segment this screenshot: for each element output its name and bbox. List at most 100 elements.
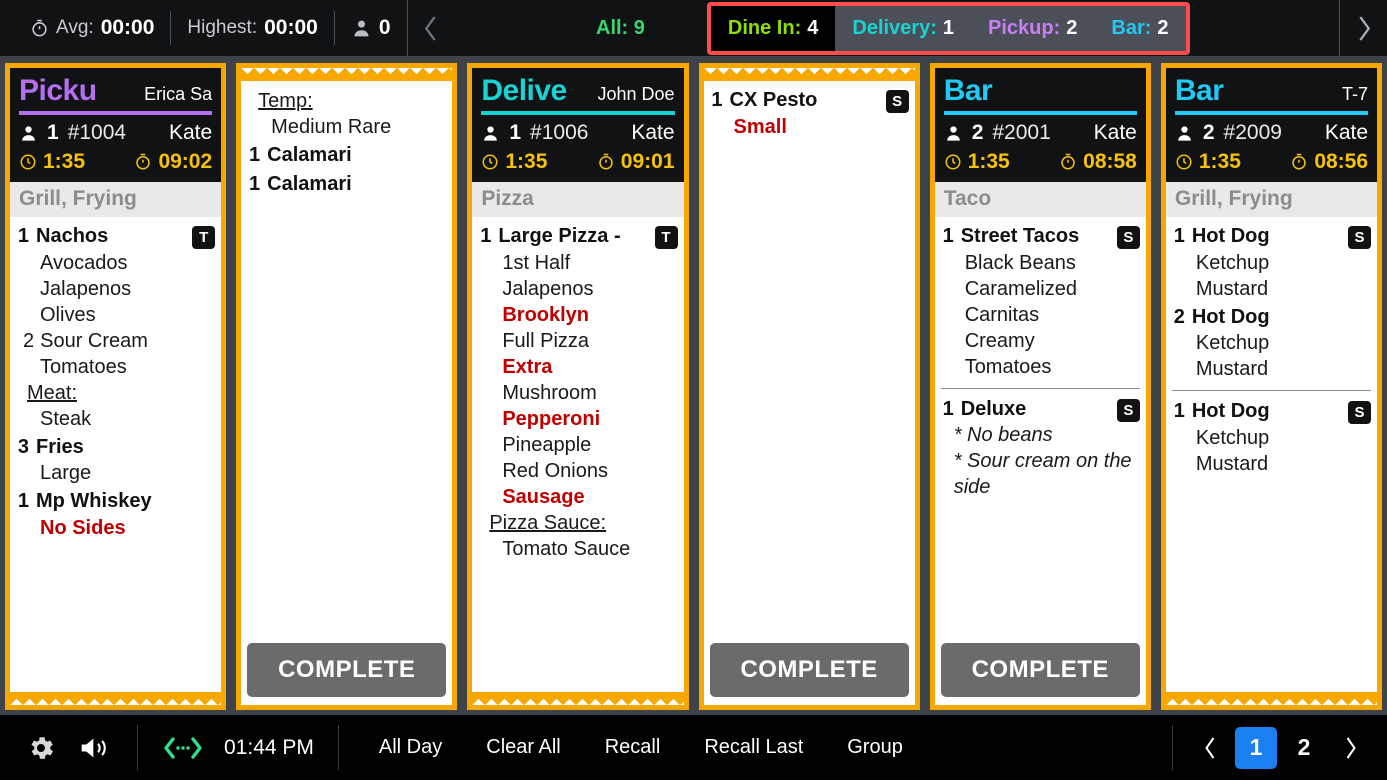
- order-item[interactable]: 1 Hot Dog S Ketchup Mustard: [1172, 223, 1372, 304]
- filter-tab-count: 4: [807, 16, 819, 39]
- complete-button[interactable]: COMPLETE: [709, 643, 909, 697]
- toolbar-action-recall[interactable]: Recall: [583, 715, 683, 780]
- ticket-guest-name: T-7: [1342, 84, 1369, 104]
- stopwatch-icon: [134, 153, 152, 171]
- order-ticket[interactable]: Bar T-7 2 #2009 Kate 1:35 08:56 Grill, Frying 1 H…: [1160, 63, 1383, 710]
- toolbar-action-clear-all[interactable]: Clear All: [464, 715, 582, 780]
- order-item[interactable]: 3 Fries Large: [16, 434, 215, 489]
- order-item-name: Large Pizza -: [498, 225, 621, 247]
- ticket-scheduled-time: 1:35: [967, 150, 1010, 173]
- order-item[interactable]: 1 Mp Whiskey No Sides: [16, 488, 215, 543]
- order-item-modifier: Medium Rare: [247, 114, 446, 140]
- toolbar-icon-group: [0, 715, 137, 780]
- filter-scroll-left-button[interactable]: [406, 0, 455, 56]
- ticket-elapsed-group: 09:01: [597, 150, 675, 174]
- filter-tab-bar[interactable]: Bar: 2: [1094, 6, 1185, 51]
- modifier-text: Carnitas: [964, 303, 1040, 326]
- stopwatch-icon: [1290, 153, 1308, 171]
- order-item-name: Street Tacos: [960, 225, 1080, 247]
- current-time: 01:44 PM: [224, 735, 314, 759]
- ticket-elapsed-group: 08:58: [1059, 150, 1137, 174]
- ticket-server-name: Kate: [631, 121, 675, 144]
- order-item[interactable]: 1 Deluxe S * No beans * Sour cream on the si…: [940, 387, 1140, 503]
- pagination-next-button[interactable]: [1331, 728, 1369, 768]
- modifier-text: Red Onions: [502, 459, 608, 482]
- ticket-elapsed-time: 08:56: [1314, 150, 1369, 173]
- ticket-order-number: #1004: [67, 121, 127, 144]
- order-item-modifier: Brooklyn: [478, 302, 677, 328]
- ticket-inner: Picku Erica Sa 1 #1004 Kate 1:35 09:02 Grill, F…: [10, 68, 222, 705]
- ticket-timer-row: 1:35 08:58: [944, 147, 1137, 182]
- expand-collapse-icon[interactable]: [162, 734, 204, 762]
- pagination-page-2[interactable]: 2: [1283, 727, 1325, 769]
- modifier-text: Mustard: [1195, 277, 1269, 300]
- order-item-modifier: 1st Half: [478, 250, 677, 276]
- modifier-text: Ketchup: [1195, 251, 1270, 274]
- order-item[interactable]: 1 Calamari: [247, 142, 446, 171]
- filter-all[interactable]: All: 9: [596, 17, 645, 40]
- speaker-icon[interactable]: [78, 734, 111, 762]
- filter-tab-delivery[interactable]: Delivery: 1: [835, 6, 971, 51]
- modifier-text: * No beans: [953, 424, 1053, 447]
- ticket-continuation-edge-bottom: [10, 692, 222, 705]
- avg-label: Avg:: [56, 17, 94, 38]
- ticket-items: 1 Large Pizza - T 1st Half Jalapenos Brooklyn…: [472, 217, 684, 692]
- ticket-header: Bar T-7 2 #2009 Kate 1:35 08:56: [1165, 68, 1378, 182]
- order-ticket[interactable]: Temp: Medium Rare 1 Calamari 1 Calamari COMPLE…: [236, 63, 458, 710]
- order-item-modifier: Pizza Sauce:: [478, 510, 677, 536]
- order-item[interactable]: 1 Large Pizza - T 1st Half Jalapenos Brooklyn…: [478, 223, 678, 564]
- filter-tab-label: Delivery:: [852, 16, 937, 39]
- filter-scroll-right-button[interactable]: [1339, 0, 1387, 56]
- order-item[interactable]: 2 Hot Dog Ketchup Mustard: [1172, 304, 1371, 385]
- ticket-continuation-edge-top: [241, 68, 453, 81]
- ticket-header: Delive John Doe 1 #1006 Kate 1:35 09:01: [472, 68, 684, 182]
- pagination-prev-button[interactable]: [1191, 728, 1229, 768]
- toolbar-action-group[interactable]: Group: [825, 715, 925, 780]
- pagination-page-1[interactable]: 1: [1235, 726, 1277, 769]
- filter-tab-dinein[interactable]: Dine In: 4: [710, 5, 836, 51]
- order-ticket[interactable]: Delive John Doe 1 #1006 Kate 1:35 09:01 Pizza 1 L…: [467, 63, 689, 710]
- complete-button[interactable]: COMPLETE: [247, 643, 447, 697]
- order-ticket[interactable]: Bar 2 #2001 Kate 1:35 08:58 Taco 1 Street Tacos S…: [929, 63, 1151, 710]
- order-type-filter-group: Dine In: 4 Delivery: 1 Pickup: 2 Bar: 2: [706, 1, 1190, 55]
- order-item-modifier: Tomato Sauce: [478, 536, 677, 562]
- complete-button[interactable]: COMPLETE: [940, 643, 1140, 697]
- clock-icon: [19, 153, 37, 171]
- order-item-modifier: No Sides: [16, 515, 215, 541]
- ticket-inner: Bar T-7 2 #2009 Kate 1:35 08:56 Grill, Frying 1 H…: [1165, 68, 1378, 705]
- modifier-text: Caramelized: [964, 277, 1077, 300]
- ticket-items: 1 Nachos T Avocados Jalapenos Olives 2 Sour Cre…: [10, 217, 222, 692]
- ticket-elapsed-time: 09:01: [620, 150, 675, 173]
- toolbar-action-recall-last[interactable]: Recall Last: [682, 715, 825, 780]
- order-item-modifier: Pepperoni: [478, 406, 677, 432]
- order-item-qty: 1: [249, 144, 261, 166]
- gear-icon[interactable]: [26, 733, 56, 763]
- order-ticket[interactable]: Picku Erica Sa 1 #1004 Kate 1:35 09:02 Grill, F…: [5, 63, 227, 710]
- ticket-order-number: #2009: [1223, 121, 1282, 144]
- order-item[interactable]: 1 Calamari: [247, 171, 446, 200]
- order-item-row: 1 Deluxe S: [941, 397, 1140, 423]
- modifier-text: Extra: [502, 355, 553, 378]
- order-item-modifier: Avocados: [16, 250, 215, 276]
- order-item[interactable]: 1 Nachos T Avocados Jalapenos Olives 2 Sour Cre…: [16, 223, 216, 434]
- ticket-scheduled-time: 1:35: [1198, 150, 1241, 173]
- ticket-header-title-row: Bar T-7: [1175, 74, 1368, 111]
- stopwatch-icon: [597, 153, 615, 171]
- order-item-modifier: Mustard: [1172, 356, 1371, 382]
- order-item[interactable]: 1 CX Pesto S Small: [710, 87, 909, 142]
- order-item-qty: 1: [480, 225, 492, 247]
- order-ticket[interactable]: 1 CX Pesto S Small COMPLETE: [698, 63, 920, 710]
- ticket-header-title-row: Bar: [944, 74, 1137, 111]
- order-item[interactable]: 1 Street Tacos S Black Beans Caramelized Carn…: [941, 223, 1140, 382]
- modifier-text: Pepperoni: [502, 407, 601, 430]
- order-item[interactable]: Temp: Medium Rare: [247, 87, 446, 142]
- order-item-name: Mp Whiskey: [36, 490, 152, 513]
- modifier-text: Tomatoes: [964, 355, 1052, 378]
- ticket-items: Temp: Medium Rare 1 Calamari 1 Calamari: [241, 81, 453, 637]
- modifier-text: Full Pizza: [502, 329, 590, 352]
- filter-tab-label: Pickup:: [988, 16, 1061, 39]
- order-item[interactable]: 1 Hot Dog S Ketchup Mustard: [1171, 390, 1372, 479]
- modifier-text: Ketchup: [1195, 426, 1270, 449]
- filter-tab-pickup[interactable]: Pickup: 2: [971, 6, 1094, 51]
- toolbar-action-all-day[interactable]: All Day: [357, 715, 464, 780]
